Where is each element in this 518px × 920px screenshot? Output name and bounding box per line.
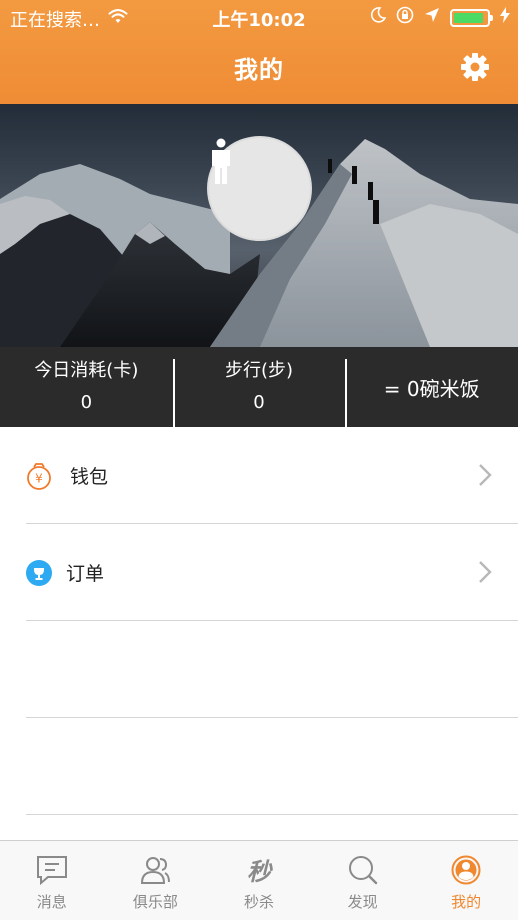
menu-item-wallet-label: 钱包 [70, 466, 109, 488]
profile-banner [0, 104, 518, 347]
tab-me-label: 我的 [451, 893, 482, 911]
flash-sale-icon: 秒 [247, 858, 273, 885]
svg-text:¥: ¥ [35, 472, 43, 486]
menu-item-empty [0, 621, 518, 718]
settings-button[interactable] [460, 52, 490, 82]
tab-club-label: 俱乐部 [132, 893, 178, 911]
me-profile-icon [451, 855, 481, 885]
menu-item-wallet[interactable]: ¥ 钱包 [0, 427, 518, 524]
person-silhouette-icon [212, 138, 230, 184]
battery-fill [454, 12, 483, 23]
tab-flash-sale-label: 秒杀 [243, 893, 274, 911]
stat-steps: 步行(步) 0 [172, 347, 346, 427]
stats-bar: 今日消耗(卡) 0 步行(步) 0 = 0碗米饭 [0, 347, 518, 427]
wallet-yen-icon: ¥ [25, 462, 53, 494]
status-bar: 正在搜索… 上午10:02 [0, 0, 518, 34]
chevron-right-icon [478, 560, 492, 588]
menu-item-orders-label: 订单 [66, 563, 105, 585]
stat-steps-label: 步行(步) [224, 360, 294, 381]
menu-list: ¥ 钱包 订单 [0, 427, 518, 815]
stat-steps-value: 0 [253, 392, 265, 413]
chevron-right-icon [478, 463, 492, 491]
discover-search-icon [348, 856, 377, 885]
rotation-lock-icon [396, 6, 414, 29]
battery-icon [450, 8, 493, 27]
stat-calories: 今日消耗(卡) 0 [0, 347, 173, 427]
stat-calories-value: 0 [80, 392, 93, 413]
trophy-icon [25, 559, 53, 591]
gear-icon [461, 53, 489, 81]
club-people-icon [141, 857, 171, 884]
menu-item-empty [0, 718, 518, 815]
stat-rice-bowls: = 0碗米饭 [345, 347, 518, 427]
location-arrow-icon [424, 7, 440, 28]
message-icon [36, 856, 67, 885]
status-indicators [370, 6, 510, 29]
stat-calories-label: 今日消耗(卡) [34, 360, 139, 381]
menu-item-orders[interactable]: 订单 [0, 524, 518, 621]
avatar[interactable] [207, 136, 312, 241]
svg-text:秒: 秒 [247, 858, 273, 885]
header: 正在搜索… 上午10:02 我的 [0, 0, 518, 104]
tab-discover-label: 发现 [347, 893, 378, 911]
tab-messages[interactable]: 消息 [0, 841, 104, 920]
tab-messages-label: 消息 [36, 893, 67, 911]
tab-discover[interactable]: 发现 [311, 841, 415, 920]
stat-rice-bowls-label: = 0碗米饭 [383, 376, 480, 401]
tab-me[interactable]: 我的 [414, 841, 518, 920]
moon-icon [370, 7, 387, 28]
page-title: 我的 [234, 56, 284, 84]
tab-bar: 消息 俱乐部 秒 秒杀 发现 我的 [0, 840, 518, 920]
divider [26, 814, 518, 815]
tab-flash-sale[interactable]: 秒 秒杀 [207, 841, 311, 920]
charging-bolt-icon [500, 7, 510, 28]
tab-club[interactable]: 俱乐部 [104, 841, 208, 920]
